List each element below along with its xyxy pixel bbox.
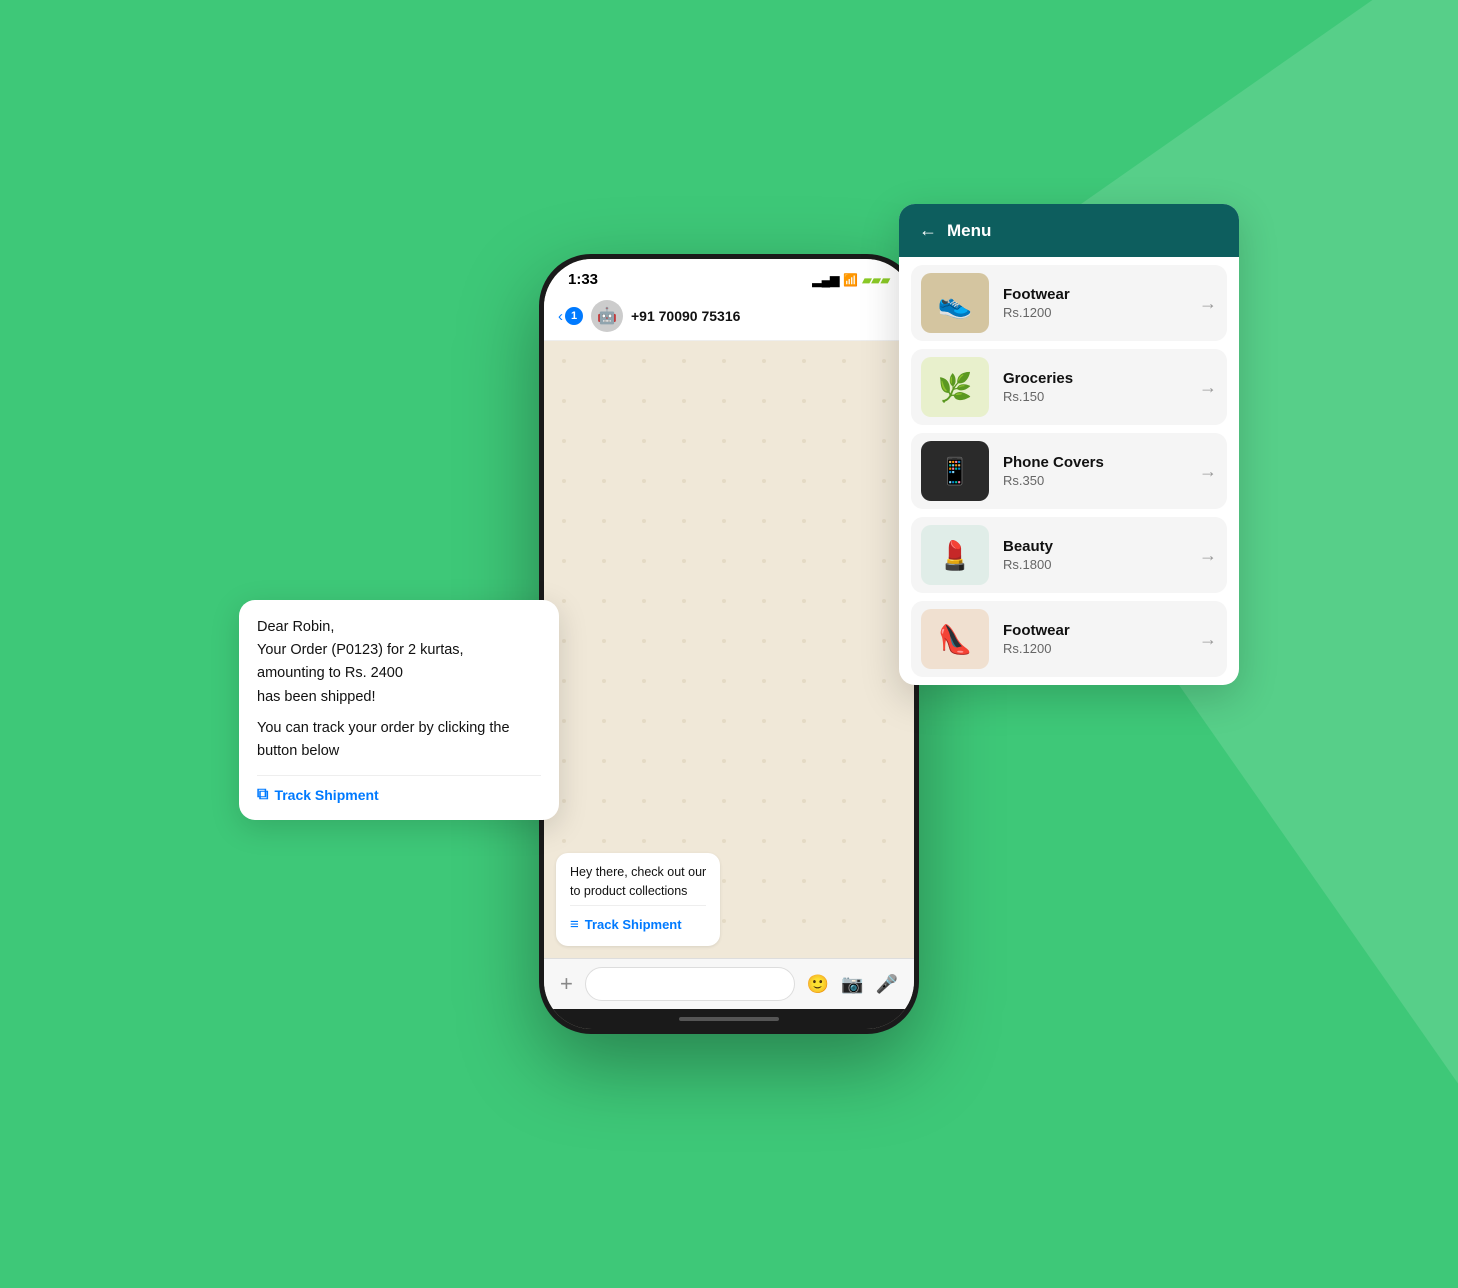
- menu-item-price-1: Rs.150: [1003, 389, 1185, 404]
- menu-item-info-3: Beauty Rs.1800: [1003, 538, 1185, 572]
- message-line6: You can track your order by clicking the: [257, 717, 541, 740]
- external-link-icon: ⧉: [257, 786, 268, 804]
- menu-item-price-4: Rs.1200: [1003, 641, 1185, 656]
- menu-header: ← Menu: [899, 204, 1239, 257]
- status-icons: ▂▄▆ 📶 ▰▰▰: [812, 273, 890, 287]
- menu-item-price-3: Rs.1800: [1003, 557, 1185, 572]
- menu-item-image-4: 👠: [921, 609, 989, 669]
- track-shipment-button-main[interactable]: ⧉ Track Shipment: [257, 775, 541, 804]
- status-bar: 1:33 ▂▄▆ 📶 ▰▰▰: [544, 259, 914, 292]
- menu-item-groceries[interactable]: 🌿 Groceries Rs.150 →: [911, 349, 1227, 425]
- menu-back-icon[interactable]: ←: [919, 220, 937, 241]
- spacer: [257, 709, 541, 717]
- battery-icon: ▰▰▰: [862, 273, 890, 287]
- menu-item-price-0: Rs.1200: [1003, 305, 1185, 320]
- message-body: Dear Robin, Your Order (P0123) for 2 kur…: [257, 616, 541, 763]
- message-line3: amounting to Rs. 2400: [257, 662, 541, 685]
- arrow-icon-4: →: [1199, 629, 1217, 650]
- arrow-icon-2: →: [1199, 461, 1217, 482]
- scene-container: 1:33 ▂▄▆ 📶 ▰▰▰ ‹ 1 🤖 +91 70090 75316: [319, 144, 1139, 1144]
- menu-item-footwear1[interactable]: 👟 Footwear Rs.1200 →: [911, 265, 1227, 341]
- footwear-icon: 👟: [938, 287, 973, 320]
- arrow-icon-3: →: [1199, 545, 1217, 566]
- menu-item-name-3: Beauty: [1003, 538, 1185, 555]
- track-label-top: Track Shipment: [585, 915, 682, 935]
- signal-icon: ▂▄▆: [812, 273, 839, 287]
- message-line7: button below: [257, 740, 541, 763]
- plus-icon[interactable]: +: [560, 971, 573, 997]
- chat-bubble-small: Hey there, check out our to product coll…: [556, 853, 720, 946]
- chat-input-bar: + 🙂 📷 🎤: [544, 958, 914, 1009]
- back-button[interactable]: ‹ 1: [558, 307, 583, 325]
- menu-item-image-3: 💄: [921, 525, 989, 585]
- mic-icon[interactable]: 🎤: [876, 974, 898, 995]
- wifi-icon: 📶: [843, 273, 858, 287]
- phone-frame: 1:33 ▂▄▆ 📶 ▰▰▰ ‹ 1 🤖 +91 70090 75316: [539, 254, 919, 1034]
- track-shipment-label: Track Shipment: [274, 787, 378, 803]
- message-input[interactable]: [585, 967, 795, 1001]
- menu-item-image-1: 🌿: [921, 357, 989, 417]
- phone-cover-icon: 📱: [939, 456, 971, 487]
- menu-item-info-1: Groceries Rs.150: [1003, 370, 1185, 404]
- contact-avatar: 🤖: [591, 300, 623, 332]
- nav-bar: ‹ 1 🤖 +91 70090 75316: [544, 292, 914, 341]
- chevron-left-icon: ‹: [558, 308, 563, 325]
- phone-screen: 1:33 ▂▄▆ 📶 ▰▰▰ ‹ 1 🤖 +91 70090 75316: [544, 259, 914, 1029]
- menu-item-footwear2[interactable]: 👠 Footwear Rs.1200 →: [911, 601, 1227, 677]
- menu-item-name-0: Footwear: [1003, 286, 1185, 303]
- message-line4: has been shipped!: [257, 686, 541, 709]
- message-line2: Your Order (P0123) for 2 kurtas,: [257, 639, 541, 662]
- floating-message-card: Dear Robin, Your Order (P0123) for 2 kur…: [239, 600, 559, 820]
- menu-title: Menu: [947, 221, 991, 241]
- beauty-icon: 💄: [938, 539, 973, 572]
- track-shipment-button-top[interactable]: ≡ Track Shipment: [570, 905, 706, 937]
- home-line: [679, 1017, 779, 1021]
- list-icon: ≡: [570, 914, 579, 937]
- bubble-text: Hey there, check out our to product coll…: [570, 863, 706, 901]
- menu-item-beauty[interactable]: 💄 Beauty Rs.1800 →: [911, 517, 1227, 593]
- arrow-icon-0: →: [1199, 293, 1217, 314]
- menu-item-info-4: Footwear Rs.1200: [1003, 622, 1185, 656]
- status-time: 1:33: [568, 271, 598, 288]
- sticker-icon[interactable]: 🙂: [807, 974, 829, 995]
- menu-item-info-0: Footwear Rs.1200: [1003, 286, 1185, 320]
- chat-area: Hey there, check out our to product coll…: [544, 341, 914, 958]
- contact-name: +91 70090 75316: [631, 308, 740, 324]
- camera-icon[interactable]: 📷: [841, 974, 863, 995]
- menu-item-name-4: Footwear: [1003, 622, 1185, 639]
- arrow-icon-1: →: [1199, 377, 1217, 398]
- groceries-icon: 🌿: [938, 371, 973, 404]
- menu-item-image-0: 👟: [921, 273, 989, 333]
- menu-card: ← Menu 👟 Footwear Rs.1200 → 🌿: [899, 204, 1239, 685]
- footwear2-icon: 👠: [938, 623, 973, 656]
- menu-item-image-2: 📱: [921, 441, 989, 501]
- menu-item-name-2: Phone Covers: [1003, 454, 1185, 471]
- menu-list: 👟 Footwear Rs.1200 → 🌿 Groceries Rs.150 …: [899, 257, 1239, 685]
- menu-item-price-2: Rs.350: [1003, 473, 1185, 488]
- menu-item-phone-covers[interactable]: 📱 Phone Covers Rs.350 →: [911, 433, 1227, 509]
- notification-badge: 1: [565, 307, 583, 325]
- menu-item-name-1: Groceries: [1003, 370, 1185, 387]
- menu-item-info-2: Phone Covers Rs.350: [1003, 454, 1185, 488]
- home-indicator: [544, 1009, 914, 1029]
- message-line1: Dear Robin,: [257, 616, 541, 639]
